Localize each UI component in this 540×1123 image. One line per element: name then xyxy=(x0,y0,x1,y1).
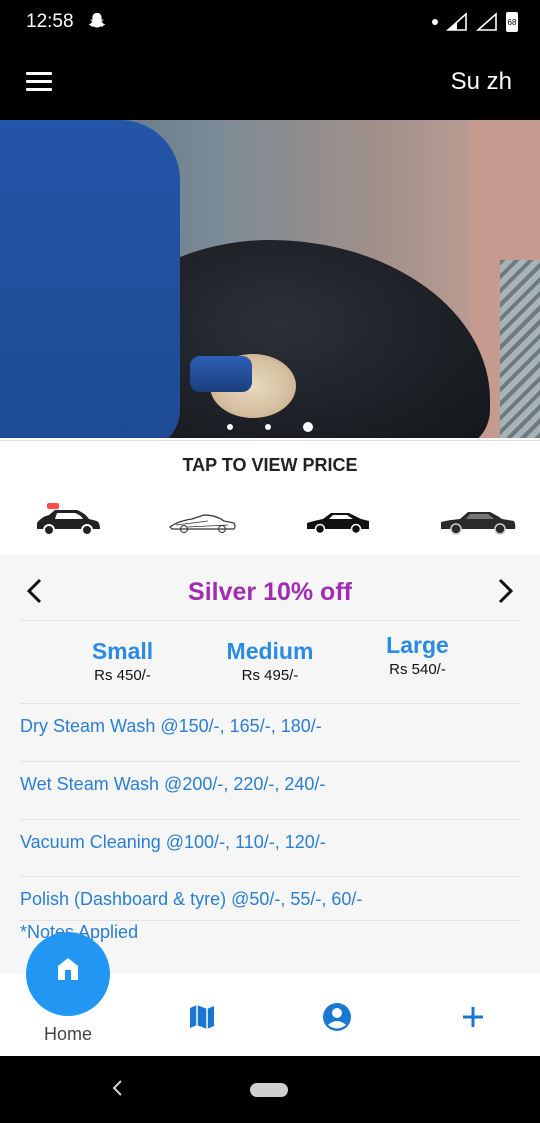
car-type-sports[interactable] xyxy=(158,493,248,549)
bottom-navigation: Home xyxy=(0,932,540,1056)
size-large[interactable]: Large Rs 540/- xyxy=(365,632,470,678)
home-icon xyxy=(58,958,78,980)
user-name: Su zh xyxy=(450,68,512,95)
app-bar: Su zh xyxy=(0,46,540,120)
signal-empty-icon xyxy=(476,12,497,31)
signal-icon xyxy=(446,12,467,31)
battery-icon: 68 xyxy=(506,12,518,32)
size-price: Rs 450/- xyxy=(94,667,151,684)
snapchat-icon xyxy=(88,12,106,28)
service-item[interactable]: Wet Steam Wash @200/-, 220/-, 240/- xyxy=(20,761,520,819)
polisher-head xyxy=(190,356,252,392)
car-type-sedan[interactable] xyxy=(293,493,383,549)
status-indicators: 68 xyxy=(432,12,518,32)
car-type-hatchback[interactable] xyxy=(23,493,113,549)
car-type-selector xyxy=(0,489,540,553)
account-icon[interactable] xyxy=(322,1002,352,1032)
carousel-dot[interactable] xyxy=(226,423,233,430)
banner-fence xyxy=(500,260,540,438)
plan-selector: Silver 10% off xyxy=(20,564,520,621)
service-item[interactable]: Dry Steam Wash @150/-, 165/-, 180/- xyxy=(20,703,520,761)
back-icon[interactable] xyxy=(108,1078,128,1098)
size-medium[interactable]: Medium Rs 495/- xyxy=(210,638,330,684)
plan-title: Silver 10% off xyxy=(188,578,352,606)
size-small[interactable]: Small Rs 450/- xyxy=(70,638,175,684)
car-type-luxury[interactable] xyxy=(428,493,518,549)
sports-car-icon xyxy=(168,514,236,533)
service-item[interactable]: Vacuum Cleaning @100/-, 110/-, 120/- xyxy=(20,819,520,877)
home-button[interactable] xyxy=(26,932,110,1016)
luxury-sedan-icon xyxy=(440,512,515,535)
chevron-right-icon[interactable] xyxy=(490,576,520,606)
banner-person xyxy=(0,120,180,438)
hatchback-icon xyxy=(36,510,100,536)
pricing-panel: Silver 10% off Small Rs 450/- Medium Rs … xyxy=(0,554,540,974)
divider xyxy=(20,920,520,921)
size-name: Small xyxy=(91,638,154,664)
size-name: Large xyxy=(386,632,449,658)
system-navigation-bar xyxy=(0,1056,540,1123)
size-name: Medium xyxy=(226,638,314,664)
size-price: Rs 540/- xyxy=(389,661,446,678)
sedan-icon xyxy=(306,513,369,535)
carousel-dot-active[interactable] xyxy=(303,421,314,432)
tap-to-view-price-button[interactable]: TAP TO VIEW PRICE xyxy=(0,440,540,490)
notification-dot-icon xyxy=(432,19,438,25)
home-pill-button[interactable] xyxy=(250,1083,288,1097)
carousel-indicator xyxy=(0,418,540,436)
map-icon[interactable] xyxy=(187,1002,217,1032)
size-price: Rs 495/- xyxy=(241,667,299,684)
hamburger-menu-icon[interactable] xyxy=(26,72,52,92)
carousel-dot[interactable] xyxy=(265,423,271,430)
status-time: 12:58 xyxy=(26,11,74,32)
add-icon[interactable] xyxy=(458,1002,488,1032)
status-bar: 12:58 68 xyxy=(0,0,540,46)
home-label: Home xyxy=(43,1024,92,1044)
banner-carousel[interactable] xyxy=(0,120,540,438)
